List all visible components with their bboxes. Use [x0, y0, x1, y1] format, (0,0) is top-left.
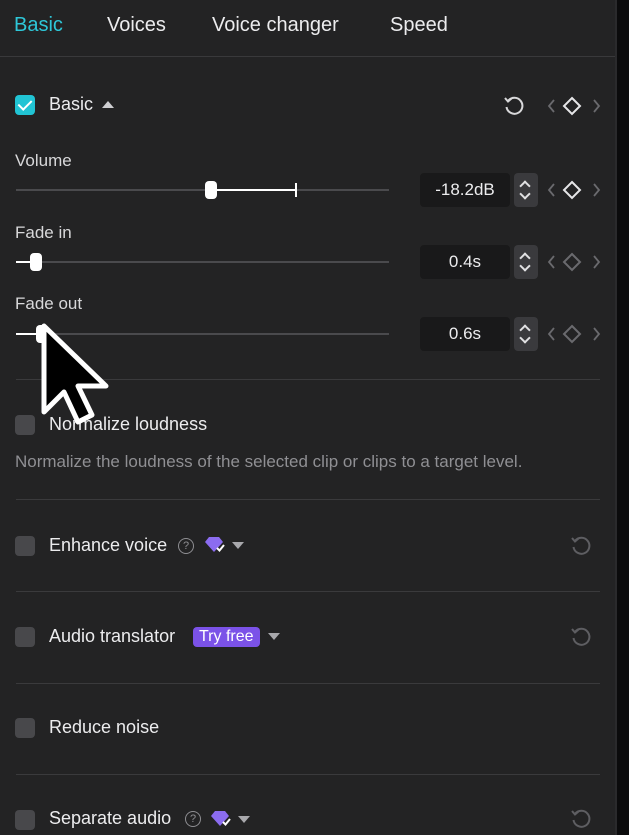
- fade-out-label: Fade out: [15, 294, 83, 313]
- premium-gem-icon: [205, 537, 225, 552]
- separate-audio-checkbox[interactable]: [15, 810, 35, 830]
- reset-icon[interactable]: [570, 626, 592, 648]
- reset-icon[interactable]: [503, 95, 525, 117]
- separate-audio-dropdown-icon[interactable]: [238, 816, 250, 823]
- fade-in-slider-thumb[interactable]: [30, 253, 42, 271]
- divider: [16, 499, 600, 500]
- reduce-noise-label: Reduce noise: [49, 717, 160, 737]
- volume-label: Volume: [15, 151, 72, 170]
- audio-translator-checkbox[interactable]: [15, 627, 35, 647]
- enhance-voice-dropdown-icon[interactable]: [232, 542, 244, 549]
- next-keyframe-icon: [593, 99, 601, 113]
- reset-icon[interactable]: [570, 808, 592, 830]
- enhance-voice-checkbox[interactable]: [15, 536, 35, 556]
- prev-keyframe-icon: [547, 99, 555, 113]
- fade-in-label: Fade in: [15, 223, 72, 242]
- volume-value-field[interactable]: -18.2dB: [420, 173, 510, 207]
- tab-bar: Basic Voices Voice changer Speed: [0, 0, 615, 57]
- tab-voices[interactable]: Voices: [107, 14, 166, 37]
- fade-in-keyframe-controls: [546, 251, 602, 273]
- fade-in-stepper[interactable]: [514, 245, 538, 279]
- keyframe-diamond-icon: [562, 96, 582, 116]
- volume-stepper[interactable]: [514, 173, 538, 207]
- fade-out-value-field[interactable]: 0.6s: [420, 317, 510, 351]
- divider: [16, 774, 600, 775]
- premium-gem-icon: [211, 811, 231, 826]
- help-icon[interactable]: ?: [185, 811, 201, 827]
- reduce-noise-checkbox[interactable]: [15, 718, 35, 738]
- fade-in-value-field[interactable]: 0.4s: [420, 245, 510, 279]
- help-icon[interactable]: ?: [178, 538, 194, 554]
- mouse-pointer-icon: [41, 323, 109, 425]
- enhance-voice-label: Enhance voice: [49, 535, 168, 555]
- try-free-badge: Try free: [193, 627, 260, 647]
- basic-section-title: Basic: [49, 94, 94, 114]
- tab-speed[interactable]: Speed: [390, 14, 448, 37]
- basic-keyframe-controls: [546, 95, 602, 117]
- reset-icon[interactable]: [570, 535, 592, 557]
- volume-keyframe-controls: [546, 179, 602, 201]
- panel-border: [615, 0, 617, 835]
- divider: [16, 591, 600, 592]
- normalize-loudness-checkbox[interactable]: [15, 415, 35, 435]
- audio-translator-dropdown-icon[interactable]: [268, 633, 280, 640]
- audio-translator-label: Audio translator: [49, 626, 176, 646]
- divider: [16, 683, 600, 684]
- collapse-caret-icon[interactable]: [102, 101, 114, 108]
- basic-checkbox[interactable]: [15, 95, 35, 115]
- normalize-loudness-description: Normalize the loudness of the selected c…: [15, 452, 523, 471]
- separate-audio-label: Separate audio: [49, 808, 172, 828]
- volume-slider-thumb[interactable]: [205, 181, 217, 199]
- tab-basic[interactable]: Basic: [14, 14, 63, 37]
- fade-out-stepper[interactable]: [514, 317, 538, 351]
- tab-voice-changer[interactable]: Voice changer: [212, 14, 339, 37]
- window-edge: [615, 0, 629, 835]
- fade-out-keyframe-controls: [546, 323, 602, 345]
